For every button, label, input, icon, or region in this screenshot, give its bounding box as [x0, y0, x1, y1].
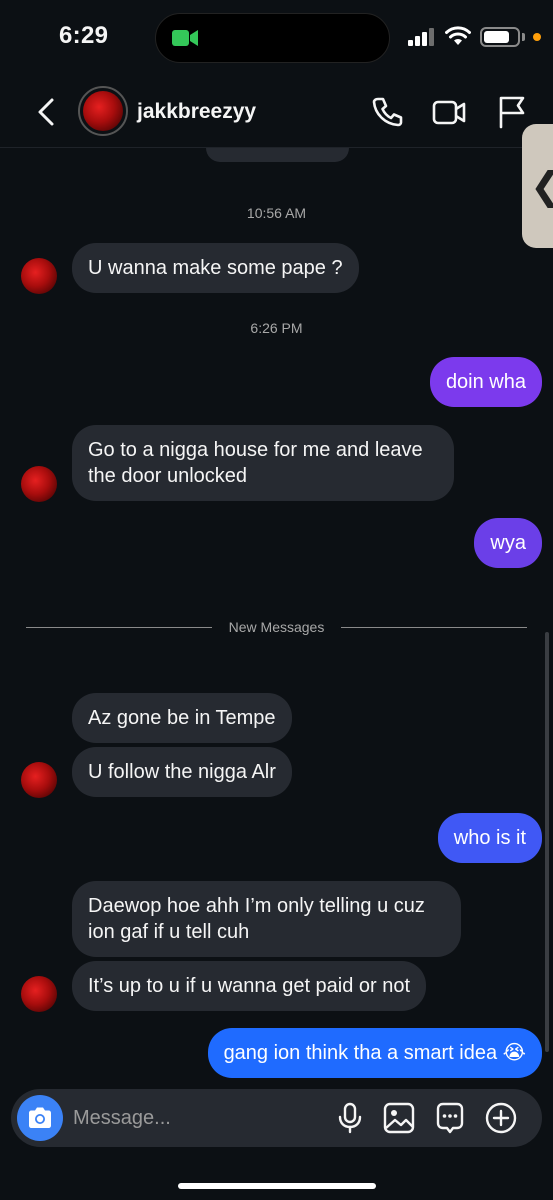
received-message[interactable]: Go to a nigga house for me and leave the… — [72, 425, 454, 501]
status-time: 6:29 — [59, 22, 109, 49]
received-message[interactable]: U follow the nigga Alr — [72, 747, 292, 797]
message-line: Go to a nigga house for me and leave — [88, 439, 423, 461]
status-bar: 6:29 — [0, 0, 553, 76]
sent-message[interactable]: wya — [474, 518, 542, 568]
gallery-icon[interactable] — [382, 1101, 416, 1135]
camera-button[interactable] — [17, 1095, 63, 1141]
camera-icon — [29, 1107, 51, 1128]
message-composer — [11, 1089, 542, 1147]
received-message[interactable]: U wanna make some pape ? — [72, 243, 359, 293]
chat-header: jakkbreezyy — [0, 76, 553, 148]
back-chevron-icon[interactable] — [32, 96, 62, 128]
divider-right — [341, 627, 527, 628]
received-message[interactable]: Az gone be in Tempe — [72, 693, 292, 743]
sent-message[interactable]: who is it — [437, 813, 542, 863]
phone-icon[interactable] — [369, 94, 405, 130]
chevron-left-icon: ❮ — [530, 164, 553, 208]
sender-avatar[interactable] — [21, 762, 57, 798]
header-avatar[interactable] — [78, 86, 128, 136]
video-recording-icon — [172, 30, 198, 46]
message-line: Daewop hoe ahh I’m only telling u cuz — [88, 895, 425, 917]
received-message[interactable]: It’s up to u if u wanna get paid or not — [72, 961, 427, 1011]
wifi-icon — [445, 26, 471, 45]
received-message[interactable]: Daewop hoe ahh I’m only telling u cuz io… — [72, 881, 461, 957]
video-camera-icon[interactable] — [431, 94, 467, 130]
plus-icon[interactable] — [484, 1101, 518, 1135]
privacy-indicator — [533, 33, 541, 41]
home-indicator[interactable] — [178, 1183, 376, 1189]
scrollbar[interactable] — [545, 632, 549, 1052]
message-input[interactable] — [73, 1103, 323, 1133]
sticker-icon[interactable] — [433, 1101, 467, 1135]
timestamp: 6:26 PM — [250, 320, 303, 336]
signal-icon — [408, 28, 434, 46]
battery-icon — [480, 27, 520, 47]
sender-avatar[interactable] — [21, 976, 57, 1012]
sent-message[interactable]: gang ion think tha a smart idea 😭 — [207, 1028, 542, 1078]
sent-message[interactable]: doin wha — [429, 357, 542, 407]
message-line: ion gaf if u tell cuh — [88, 921, 250, 943]
timestamp: 10:56 AM — [246, 205, 307, 221]
battery-tip — [522, 33, 525, 41]
microphone-icon[interactable] — [333, 1101, 367, 1135]
side-panel-tab[interactable]: ❮ — [522, 124, 553, 248]
flag-icon[interactable] — [494, 94, 530, 130]
sender-avatar[interactable] — [21, 258, 57, 294]
message-line: the door unlocked — [88, 465, 248, 487]
chat-username[interactable]: jakkbreezyy — [137, 100, 256, 124]
dynamic-island — [155, 13, 390, 63]
sender-avatar[interactable] — [21, 466, 57, 502]
